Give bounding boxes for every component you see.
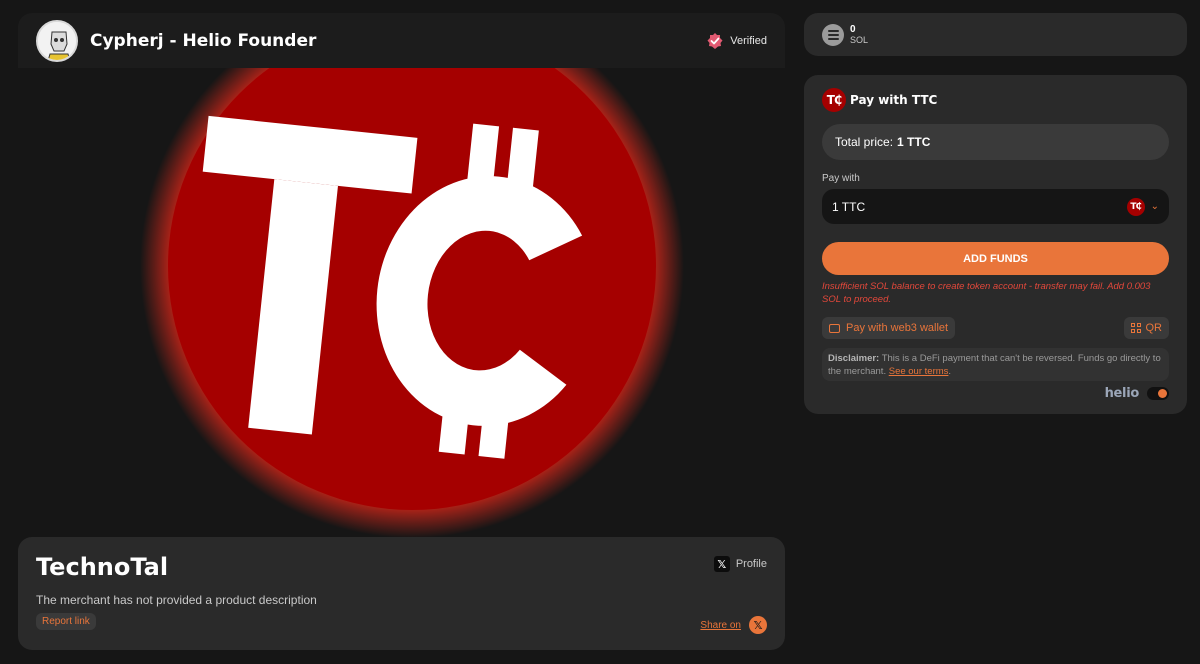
- solana-icon: [822, 23, 844, 46]
- web3-label: Pay with web3 wallet: [846, 322, 949, 334]
- helio-footer: helio: [1105, 386, 1169, 401]
- theme-toggle[interactable]: [1147, 387, 1169, 400]
- disclaimer-title: Disclaimer:: [828, 353, 880, 364]
- share-on-x-link[interactable]: Share on 𝕏: [700, 616, 767, 634]
- pay-with-web3-wallet-button[interactable]: Pay with web3 wallet: [822, 317, 956, 339]
- merchant-name: Cypherj - Helio Founder: [90, 30, 317, 51]
- verified-badge: Verified: [706, 32, 767, 50]
- disclaimer: Disclaimer: This is a DeFi payment that …: [822, 348, 1169, 381]
- wallet-icon: [829, 323, 840, 333]
- qr-label: QR: [1145, 322, 1163, 334]
- verified-badge-icon: [707, 32, 723, 49]
- insufficient-balance-warning: Insufficient SOL balance to create token…: [822, 281, 1151, 305]
- share-label: Share on: [700, 619, 741, 631]
- merchant-header: Cypherj - Helio Founder Verified: [18, 13, 785, 68]
- chevron-down-icon: ⌄: [1150, 201, 1159, 212]
- ttc-token-icon: T₵: [822, 88, 846, 112]
- product-card: TechnoTal The merchant has not provided …: [18, 537, 785, 650]
- payment-card: T₵ Pay with TTC Total price: 1 TTC Pay w…: [804, 75, 1187, 414]
- payment-header: T₵ Pay with TTC: [822, 88, 937, 112]
- pay-with-label: Pay with: [822, 173, 860, 184]
- total-price-label: Total price:: [835, 135, 894, 149]
- currency-select-value: 1 TTC: [832, 199, 866, 214]
- add-funds-button[interactable]: ADD FUNDS: [822, 242, 1169, 275]
- report-link-button[interactable]: Report link: [36, 613, 96, 630]
- checkout-page: Cypherj - Helio Founder Verified TechnoT…: [0, 0, 1200, 664]
- total-price: Total price: 1 TTC: [822, 124, 1169, 160]
- product-description: The merchant has not provided a product …: [36, 593, 317, 607]
- x-logo-icon: 𝕏: [749, 616, 767, 634]
- ttc-hero-logo: [140, 68, 684, 538]
- helio-logo: helio: [1104, 386, 1140, 401]
- balance-unit: SOL: [850, 34, 869, 45]
- qr-code-icon: [1130, 323, 1141, 333]
- product-image: [18, 68, 785, 538]
- merchant-avatar: [36, 19, 78, 62]
- verified-label: Verified: [730, 34, 767, 47]
- profile-label: Profile: [735, 558, 767, 570]
- payment-title: Pay with TTC: [850, 93, 938, 107]
- balance-amount: 0: [850, 23, 856, 35]
- currency-select[interactable]: 1 TTC T₵ ⌄: [822, 189, 1169, 224]
- profile-link[interactable]: 𝕏 Profile: [713, 556, 767, 572]
- product-title: TechnoTal: [36, 553, 169, 581]
- ttc-token-icon: T₵: [1126, 197, 1145, 216]
- qr-button[interactable]: QR: [1123, 317, 1169, 339]
- total-price-value: 1 TTC: [897, 135, 931, 149]
- terms-link[interactable]: See our terms: [889, 366, 949, 377]
- wallet-balance: 0 SOL: [804, 13, 1187, 56]
- x-logo-icon: 𝕏: [713, 556, 730, 572]
